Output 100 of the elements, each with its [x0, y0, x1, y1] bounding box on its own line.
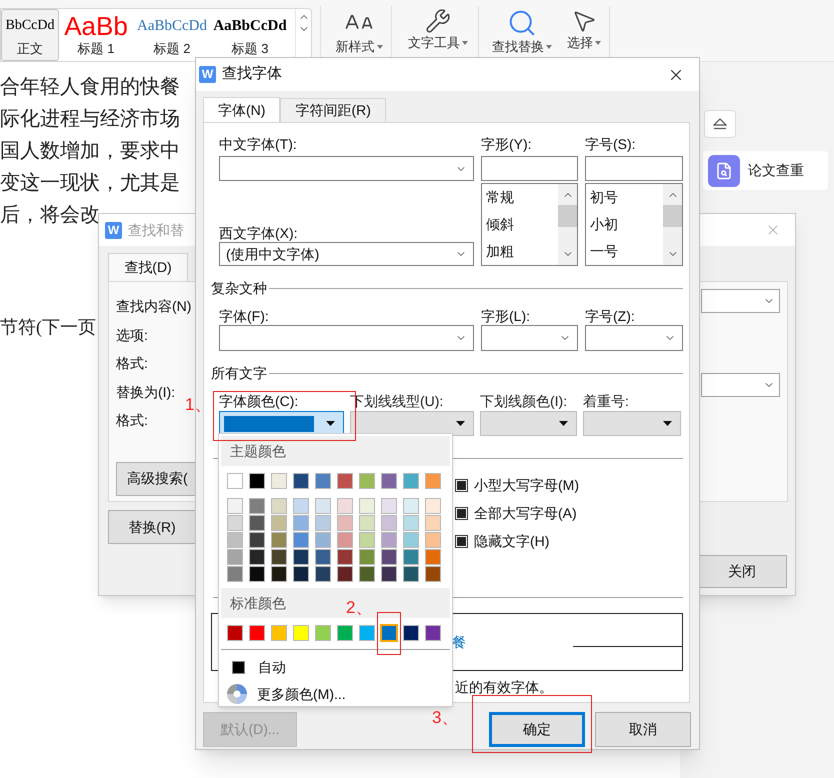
tab[interactable]: 字符间距(R)	[280, 98, 386, 122]
color-swatch[interactable]	[227, 532, 243, 548]
dropdown-field[interactable]	[701, 373, 780, 397]
color-swatch[interactable]	[381, 498, 397, 514]
color-swatch[interactable]	[271, 532, 287, 548]
tab[interactable]: 字体(N)	[203, 97, 280, 122]
color-swatch[interactable]	[359, 473, 375, 489]
color-swatch[interactable]	[337, 625, 353, 641]
color-swatch[interactable]	[227, 549, 243, 565]
color-swatch[interactable]	[337, 498, 353, 514]
style-gallery-item[interactable]: AaBbCcDd 标题 2	[133, 9, 211, 61]
close-button[interactable]: 关闭	[697, 555, 787, 588]
checkbox[interactable]	[455, 478, 468, 492]
color-swatch[interactable]	[337, 532, 353, 548]
color-swatch[interactable]	[271, 549, 287, 565]
color-swatch[interactable]	[381, 515, 397, 531]
checkbox[interactable]	[455, 506, 468, 520]
color-swatch[interactable]	[403, 549, 419, 565]
list-item[interactable]: 倾斜	[486, 211, 558, 238]
dropdown-field[interactable]	[701, 289, 780, 313]
color-swatch[interactable]	[425, 515, 441, 531]
color-swatch[interactable]	[337, 515, 353, 531]
list-box[interactable]: 常规 倾斜 加粗	[481, 183, 578, 266]
color-swatch[interactable]	[403, 625, 419, 641]
dialog-button[interactable]: 确定	[489, 712, 585, 747]
list-item[interactable]: 加粗	[486, 238, 558, 265]
color-swatch[interactable]	[403, 566, 419, 582]
color-swatch[interactable]	[359, 532, 375, 548]
color-swatch[interactable]	[337, 566, 353, 582]
color-swatch[interactable]	[293, 473, 309, 489]
ribbon-tool-button[interactable]: 文字工具	[398, 0, 478, 58]
menu-item[interactable]: 更多颜色(M)...	[221, 682, 450, 706]
color-swatch[interactable]	[227, 498, 243, 514]
ribbon-tool-button[interactable]: 选择	[559, 0, 609, 58]
color-swatch[interactable]	[293, 532, 309, 548]
color-swatch[interactable]	[249, 498, 265, 514]
dropdown-field[interactable]	[481, 325, 578, 351]
checkbox[interactable]	[455, 534, 468, 548]
color-swatch[interactable]	[293, 625, 309, 641]
scrollbar[interactable]	[558, 184, 577, 265]
color-swatch[interactable]	[271, 625, 287, 641]
color-swatch[interactable]	[249, 473, 265, 489]
text-field[interactable]	[481, 156, 578, 181]
color-swatch[interactable]	[403, 515, 419, 531]
color-swatch[interactable]	[271, 473, 287, 489]
color-swatch[interactable]	[425, 566, 441, 582]
style-gallery-item[interactable]: AaBb 标题 1	[59, 9, 133, 61]
list-box[interactable]: 初号 小初 一号	[585, 183, 683, 266]
ribbon-tool-button[interactable]: 查找替换	[485, 0, 559, 58]
list-item[interactable]: 常规	[486, 184, 558, 211]
color-swatch[interactable]	[315, 532, 331, 548]
ribbon-tool-button[interactable]: 新样式	[327, 0, 391, 58]
color-swatch[interactable]	[315, 498, 331, 514]
color-swatch[interactable]	[425, 625, 441, 641]
tab[interactable]: 查找(D)	[108, 253, 188, 281]
color-swatch[interactable]	[293, 515, 309, 531]
color-swatch[interactable]	[293, 566, 309, 582]
color-swatch[interactable]	[425, 473, 441, 489]
color-swatch[interactable]	[227, 566, 243, 582]
color-swatch[interactable]	[425, 549, 441, 565]
color-swatch[interactable]	[315, 515, 331, 531]
color-swatch[interactable]	[403, 532, 419, 548]
dropdown-field[interactable]	[219, 156, 474, 181]
color-swatch[interactable]	[293, 498, 309, 514]
collapse-button[interactable]	[704, 110, 736, 138]
style-gallery-item[interactable]: BbCcDd 正文	[1, 9, 59, 61]
list-item[interactable]: 小初	[590, 211, 663, 238]
style-gallery-item[interactable]: AaBbCcDd 标题 3	[211, 9, 289, 61]
dropdown-field[interactable]	[585, 325, 683, 351]
color-swatch[interactable]	[249, 532, 265, 548]
color-swatch[interactable]	[271, 566, 287, 582]
color-swatch[interactable]	[359, 549, 375, 565]
color-swatch[interactable]	[381, 625, 397, 641]
color-swatch[interactable]	[359, 625, 375, 641]
plagiarism-check-button[interactable]: 论文查重	[703, 151, 828, 190]
color-swatch[interactable]	[249, 549, 265, 565]
color-swatch[interactable]	[249, 515, 265, 531]
dropdown-field[interactable]	[219, 325, 474, 351]
list-item[interactable]: 一号	[590, 238, 663, 265]
color-swatch[interactable]	[315, 549, 331, 565]
color-swatch[interactable]	[381, 473, 397, 489]
color-swatch[interactable]	[227, 625, 243, 641]
color-swatch[interactable]	[271, 515, 287, 531]
color-swatch[interactable]	[381, 566, 397, 582]
dropdown-field[interactable]: (使用中文字体)	[219, 242, 474, 266]
scrollbar[interactable]	[663, 184, 682, 265]
color-swatch[interactable]	[293, 549, 309, 565]
list-item[interactable]: 初号	[590, 184, 663, 211]
text-field[interactable]	[585, 156, 683, 181]
color-swatch[interactable]	[249, 566, 265, 582]
color-swatch[interactable]	[249, 625, 265, 641]
color-swatch[interactable]	[403, 473, 419, 489]
color-swatch[interactable]	[337, 473, 353, 489]
color-swatch[interactable]	[315, 566, 331, 582]
color-swatch[interactable]	[227, 473, 243, 489]
color-swatch[interactable]	[359, 498, 375, 514]
color-swatch[interactable]	[227, 515, 243, 531]
color-swatch[interactable]	[403, 498, 419, 514]
color-swatch[interactable]	[337, 549, 353, 565]
dialog-button[interactable]: 取消	[595, 712, 691, 747]
